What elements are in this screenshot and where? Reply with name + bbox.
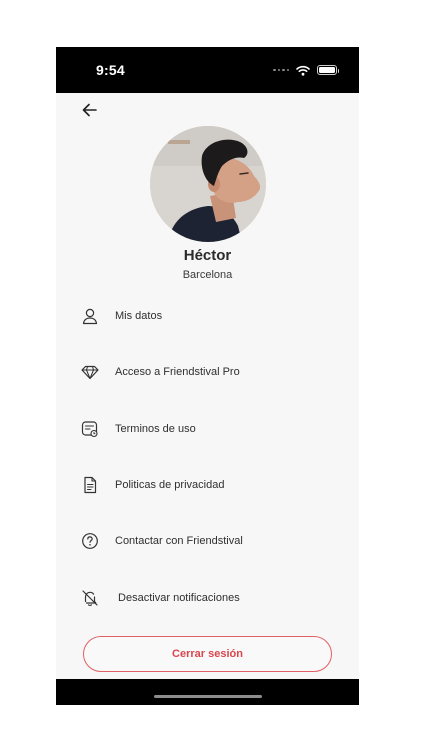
status-icons xyxy=(273,63,339,77)
menu-item-terminos[interactable]: Terminos de uso xyxy=(56,411,359,447)
profile-photo xyxy=(150,126,266,242)
profile-city: Barcelona xyxy=(182,269,233,281)
menu-item-mis-datos[interactable]: Mis datos xyxy=(56,298,359,334)
menu-item-label: Contactar con Friendstival xyxy=(115,535,243,547)
status-time: 9:54 xyxy=(96,62,125,78)
avatar xyxy=(150,126,266,242)
home-indicator-bar xyxy=(56,679,359,705)
logout-button[interactable]: Cerrar sesión xyxy=(83,636,332,672)
menu-item-acceso-pro[interactable]: Acceso a Friendstival Pro xyxy=(56,354,359,390)
menu-item-label: Mis datos xyxy=(115,310,163,322)
menu-item-label: Desactivar notificaciones xyxy=(115,592,240,604)
file-text-icon xyxy=(81,476,99,494)
battery-icon xyxy=(317,65,339,75)
help-circle-icon xyxy=(81,532,99,550)
menu-item-label: Terminos de uso xyxy=(115,423,196,435)
menu-item-privacidad[interactable]: Politicas de privacidad xyxy=(56,467,359,503)
menu-item-label: Politicas de privacidad xyxy=(115,479,225,491)
terms-document-icon xyxy=(81,420,99,438)
app-screen: 9:54 Héctor Barcelona Mis datos Acceso a… xyxy=(56,47,359,705)
wifi-icon xyxy=(296,65,310,76)
arrow-left-icon xyxy=(82,103,97,117)
menu-item-label: Acceso a Friendstival Pro xyxy=(115,366,240,378)
diamond-icon xyxy=(81,363,99,381)
menu-item-contactar[interactable]: Contactar con Friendstival xyxy=(56,523,359,559)
status-bar: 9:54 xyxy=(56,47,359,93)
home-indicator[interactable] xyxy=(154,695,262,698)
signal-dots-icon xyxy=(273,68,289,72)
back-button[interactable] xyxy=(80,100,100,120)
user-icon xyxy=(81,307,99,325)
bell-off-icon xyxy=(81,589,99,607)
profile-name: Héctor xyxy=(183,247,232,264)
menu-item-notificaciones[interactable]: Desactivar notificaciones xyxy=(56,580,359,616)
logout-label: Cerrar sesión xyxy=(172,648,243,660)
